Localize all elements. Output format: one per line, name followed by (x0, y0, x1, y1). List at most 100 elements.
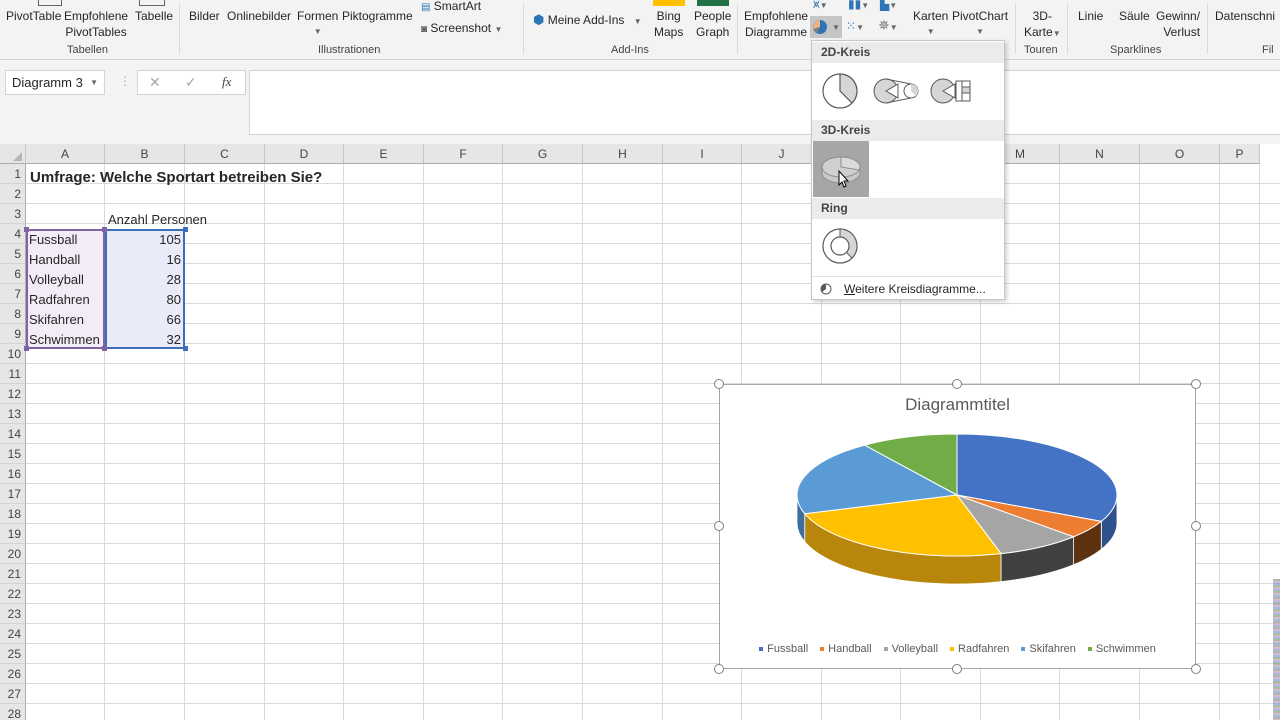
chart-option-3d-pie[interactable] (813, 141, 869, 197)
chart-option-pie-of-pie[interactable] (873, 78, 919, 107)
row-header-18[interactable]: 18 (0, 504, 26, 524)
column-header-b[interactable]: B (105, 144, 185, 164)
cell-label[interactable]: Handball (27, 250, 82, 270)
legend-item[interactable]: Skifahren (1021, 643, 1076, 655)
column-header-p[interactable]: P (1220, 144, 1260, 164)
cell-value[interactable]: 32 (106, 330, 183, 350)
name-box[interactable]: Diagramm 3 ▼ (5, 70, 105, 95)
legend-item[interactable]: Schwimmen (1087, 643, 1156, 655)
enter-icon[interactable]: ✓ (185, 74, 197, 91)
column-header-d[interactable]: D (265, 144, 344, 164)
row-header-19[interactable]: 19 (0, 524, 26, 544)
row-header-25[interactable]: 25 (0, 644, 26, 664)
bing-maps-button[interactable]: Bing Maps (654, 8, 683, 40)
column-header-g[interactable]: G (503, 144, 583, 164)
cell-value[interactable]: 28 (106, 270, 183, 290)
row-header-24[interactable]: 24 (0, 624, 26, 644)
cell-value[interactable]: 16 (106, 250, 183, 270)
recommended-pivottables-button[interactable]: Empfohlene PivotTables (64, 8, 128, 40)
row-header-21[interactable]: 21 (0, 564, 26, 584)
column-header-n[interactable]: N (1060, 144, 1140, 164)
chart-option-bar-of-pie[interactable] (930, 78, 976, 107)
resize-handle-e[interactable] (1191, 521, 1201, 531)
maps-button[interactable]: Karten ▼ (913, 8, 948, 40)
cell-a1-title[interactable]: Umfrage: Welche Sportart betreiben Sie? (28, 168, 324, 188)
pivottable-button[interactable]: PivotTable (6, 8, 61, 24)
cell-label[interactable]: Fussball (27, 230, 79, 250)
row-header-16[interactable]: 16 (0, 464, 26, 484)
row-header-1[interactable]: 1 (0, 164, 26, 184)
row-header-12[interactable]: 12 (0, 384, 26, 404)
row-header-11[interactable]: 11 (0, 364, 26, 384)
smartart-button[interactable]: ▤ SmartArt (421, 0, 481, 16)
drag-handle-icon[interactable]: ⋮ (119, 74, 131, 88)
column-header-e[interactable]: E (344, 144, 424, 164)
people-graph-button[interactable]: People Graph (694, 8, 731, 40)
row-header-27[interactable]: 27 (0, 684, 26, 704)
row-header-28[interactable]: 28 (0, 704, 26, 720)
column-header-c[interactable]: C (185, 144, 265, 164)
pictures-button[interactable]: Bilder (189, 8, 220, 24)
resize-handle-w[interactable] (714, 521, 724, 531)
column-header-o[interactable]: O (1140, 144, 1220, 164)
column-chart-button[interactable]: ▮▮▼ (848, 0, 869, 14)
column-header-j[interactable]: J (742, 144, 822, 164)
online-pictures-button[interactable]: Onlinebilder (227, 8, 291, 24)
chart-option-doughnut[interactable] (821, 227, 859, 268)
cell-label[interactable]: Volleyball (27, 270, 86, 290)
cell-label[interactable]: Schwimmen (27, 330, 102, 350)
my-addins-button[interactable]: ⬢ Meine Add-Ins ▼ (533, 12, 642, 30)
legend-item[interactable]: Handball (820, 643, 872, 655)
legend-item[interactable]: Volleyball (883, 643, 938, 655)
sparkline-winloss-button[interactable]: Gewinn/ Verlust (1156, 8, 1200, 40)
line-chart-button[interactable]: ⩙▼ (813, 0, 828, 14)
legend-item[interactable]: Fussball (759, 643, 808, 655)
row-header-13[interactable]: 13 (0, 404, 26, 424)
row-header-26[interactable]: 26 (0, 664, 26, 684)
cell-b3-header[interactable]: Anzahl Personen (106, 210, 209, 230)
hierarchy-chart-button[interactable]: ▙▼ (880, 0, 897, 14)
legend-item[interactable]: Radfahren (950, 643, 1009, 655)
scrollbar[interactable] (1273, 579, 1280, 720)
insert-function-icon[interactable]: fx (222, 74, 231, 90)
row-header-2[interactable]: 2 (0, 184, 26, 204)
row-header-7[interactable]: 7 (0, 284, 26, 304)
resize-handle-se[interactable] (1191, 664, 1201, 674)
cell-label[interactable]: Radfahren (27, 290, 92, 310)
row-header-17[interactable]: 17 (0, 484, 26, 504)
cell-label[interactable]: Skifahren (27, 310, 86, 330)
row-header-20[interactable]: 20 (0, 544, 26, 564)
column-header-i[interactable]: I (663, 144, 742, 164)
chart-legend[interactable]: Fussball Handball Volleyball Radfahren Skifa… (720, 643, 1195, 655)
cell-value[interactable]: 80 (106, 290, 183, 310)
resize-handle-n[interactable] (952, 379, 962, 389)
row-header-22[interactable]: 22 (0, 584, 26, 604)
column-header-f[interactable]: F (424, 144, 503, 164)
cell-value[interactable]: 66 (106, 310, 183, 330)
column-header-h[interactable]: H (583, 144, 663, 164)
sparkline-line-button[interactable]: Linie (1078, 8, 1103, 24)
table-button[interactable]: Tabelle (135, 8, 173, 24)
screenshot-button[interactable]: ◙ Screenshot ▼ (421, 20, 502, 38)
cancel-icon[interactable]: ✕ (149, 74, 161, 91)
row-header-14[interactable]: 14 (0, 424, 26, 444)
formula-input[interactable] (249, 70, 1280, 135)
sparkline-column-button[interactable]: Säule (1119, 8, 1150, 24)
icons-button[interactable]: Piktogramme (342, 8, 413, 24)
resize-handle-nw[interactable] (714, 379, 724, 389)
row-header-10[interactable]: 10 (0, 344, 26, 364)
chart-option-pie[interactable] (821, 72, 859, 113)
scatter-chart-button[interactable]: ⁙▼ (846, 18, 864, 36)
resize-handle-sw[interactable] (714, 664, 724, 674)
slicer-button[interactable]: Datenschni (1215, 8, 1275, 24)
radar-chart-button[interactable]: ✵▼ (878, 17, 898, 36)
row-header-23[interactable]: 23 (0, 604, 26, 624)
row-header-9[interactable]: 9 (0, 324, 26, 344)
selection-handle[interactable] (183, 346, 188, 351)
select-all-corner[interactable] (0, 144, 26, 164)
pie-chart-button[interactable]: ▼ (810, 16, 842, 38)
more-pie-charts-item[interactable]: Weitere Kreisdiagramme... (812, 276, 1004, 300)
resize-handle-s[interactable] (952, 664, 962, 674)
3d-map-button[interactable]: 3D- Karte▼ (1024, 8, 1061, 42)
row-header-4[interactable]: 4 (0, 224, 26, 244)
